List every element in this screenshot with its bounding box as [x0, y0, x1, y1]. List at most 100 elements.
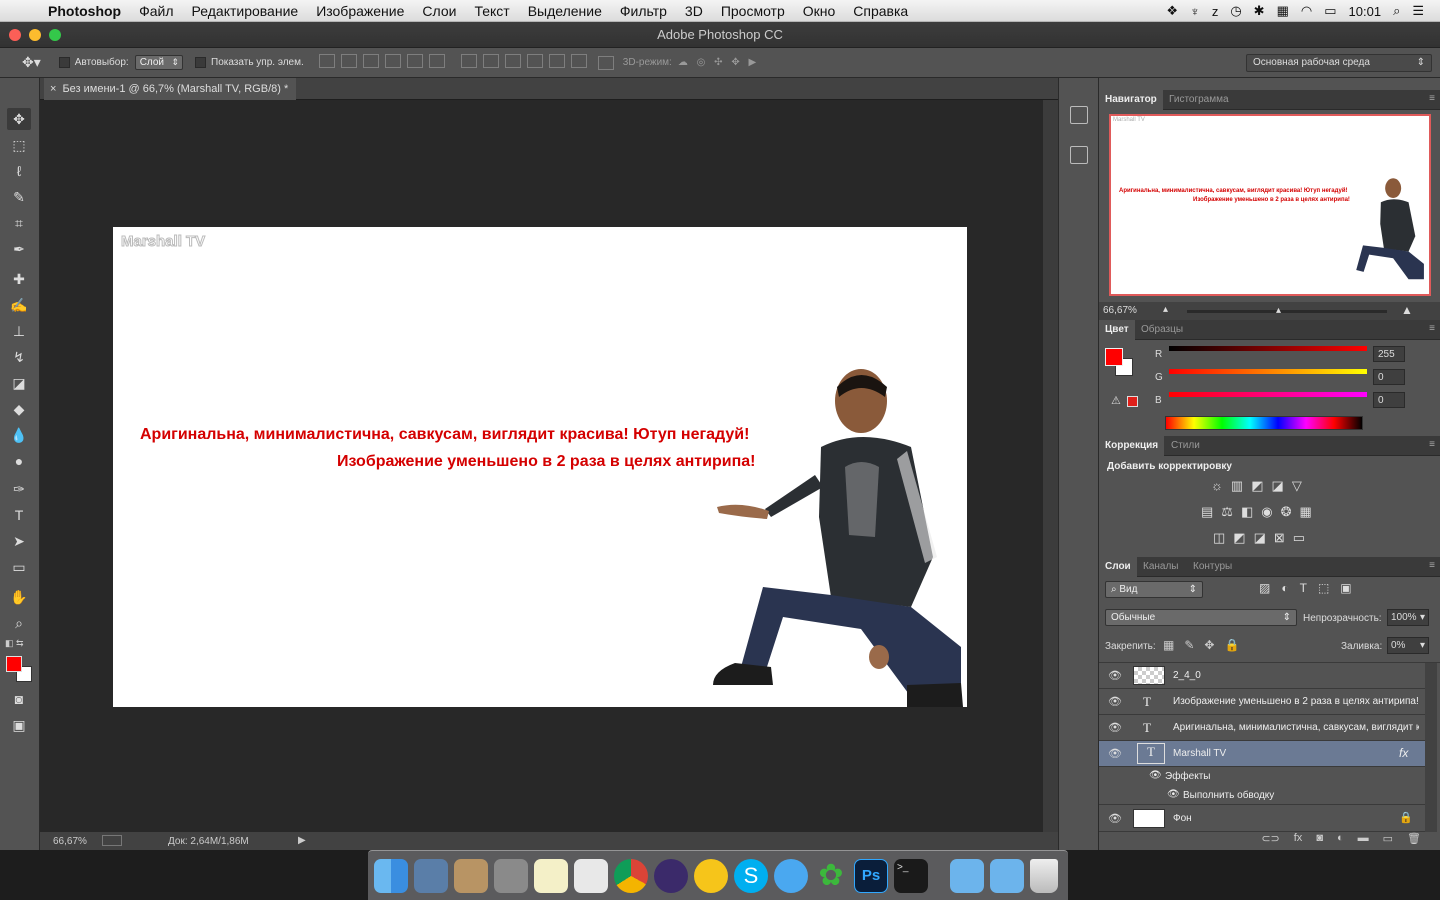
r-value[interactable]: 255: [1373, 346, 1405, 362]
color-lookup-icon[interactable]: ▦: [1300, 504, 1312, 520]
timemachine-icon[interactable]: ◷: [1230, 3, 1241, 19]
g-slider[interactable]: [1169, 369, 1367, 374]
battery-icon[interactable]: ▭: [1324, 3, 1336, 19]
layer-effects-row[interactable]: 👁 Эффекты: [1099, 767, 1425, 786]
panel-menu-icon[interactable]: ≡: [1429, 439, 1435, 450]
crop-tool-icon[interactable]: ⌗: [7, 212, 31, 234]
align-top-icon[interactable]: [318, 54, 335, 68]
layer-row[interactable]: 👁 T Аригинальна, минималистична, савкуса…: [1099, 715, 1425, 741]
downloads-folder-icon[interactable]: [990, 859, 1024, 893]
filter-shape-icon[interactable]: ⬚: [1318, 581, 1329, 595]
show-controls-checkbox[interactable]: [195, 56, 207, 68]
terminal-icon[interactable]: >_: [894, 859, 928, 893]
align-right-icon[interactable]: [428, 54, 445, 68]
zoom-in-icon[interactable]: ▲: [1401, 303, 1413, 317]
menu-filter[interactable]: Фильтр: [620, 3, 667, 19]
eraser-tool-icon[interactable]: ◪: [7, 372, 31, 394]
eyedropper-tool-icon[interactable]: ✒: [7, 238, 31, 260]
align-bottom-icon[interactable]: [362, 54, 379, 68]
menu-file[interactable]: Файл: [139, 3, 173, 19]
finder-icon[interactable]: [374, 859, 408, 893]
status-info-icon[interactable]: [102, 835, 122, 846]
gamut-warning-icon[interactable]: ⚠: [1111, 394, 1121, 407]
navigator-zoom-slider[interactable]: [1187, 310, 1387, 313]
filter-adjust-icon[interactable]: ◐: [1281, 581, 1288, 595]
bluetooth-icon[interactable]: ✱: [1254, 3, 1265, 19]
align-hcenter-icon[interactable]: [406, 54, 423, 68]
opacity-field[interactable]: 100% ▾: [1387, 609, 1429, 626]
panel-menu-icon[interactable]: ≡: [1429, 93, 1435, 104]
healing-tool-icon[interactable]: ✚: [7, 268, 31, 290]
hue-sat-icon[interactable]: ▤: [1201, 504, 1213, 520]
add-style-icon[interactable]: fx: [1294, 832, 1303, 850]
messages-icon[interactable]: [774, 859, 808, 893]
threshold-icon[interactable]: ◪: [1254, 530, 1266, 546]
delete-layer-icon[interactable]: 🗑: [1407, 832, 1421, 850]
trash-icon[interactable]: [1030, 859, 1058, 893]
auto-align-icon[interactable]: [597, 55, 614, 70]
photo-filter-icon[interactable]: ◉: [1261, 504, 1272, 520]
tab-histogram[interactable]: Гистограмма: [1163, 90, 1235, 110]
color-spectrum-bar[interactable]: [1165, 416, 1363, 430]
screen-mode-icon[interactable]: ▣: [7, 714, 31, 736]
history-brush-tool-icon[interactable]: ↯: [7, 346, 31, 368]
r-slider[interactable]: [1169, 346, 1367, 351]
panel-menu-icon[interactable]: ≡: [1429, 323, 1435, 334]
adium-icon[interactable]: [694, 859, 728, 893]
lasso-tool-icon[interactable]: ℓ: [7, 160, 31, 182]
marquee-tool-icon[interactable]: ⬚: [7, 134, 31, 156]
orbit-3d-icon[interactable]: ☁: [678, 57, 688, 68]
tab-styles[interactable]: Стили: [1165, 436, 1206, 456]
brush-tool-icon[interactable]: ✍: [7, 294, 31, 316]
menu-image[interactable]: Изображение: [316, 3, 404, 19]
filter-pixel-icon[interactable]: ▨: [1259, 581, 1270, 595]
layer-row[interactable]: 👁 Фон 🔒: [1099, 806, 1425, 832]
notification-center-icon[interactable]: ☰: [1412, 3, 1424, 19]
status-menu-arrow-icon[interactable]: ▶: [298, 835, 306, 846]
move-tool-preset-icon[interactable]: ✥▾: [22, 54, 41, 71]
filter-smart-icon[interactable]: ▣: [1340, 581, 1351, 595]
path-select-tool-icon[interactable]: ➤: [7, 530, 31, 552]
stamp-tool-icon[interactable]: ⊥: [7, 320, 31, 342]
dodge-tool-icon[interactable]: ●: [7, 450, 31, 472]
new-layer-icon[interactable]: ▭: [1383, 832, 1393, 850]
paint-bucket-tool-icon[interactable]: ◆: [7, 398, 31, 420]
distribute-hcenter-icon[interactable]: [548, 54, 565, 68]
tab-layers[interactable]: Слои: [1099, 557, 1137, 577]
fill-field[interactable]: 0% ▾: [1387, 637, 1429, 654]
move-tool-icon[interactable]: ✥: [7, 108, 31, 130]
zoom-window-button[interactable]: [49, 29, 61, 41]
chrome-icon[interactable]: [614, 859, 648, 893]
visibility-eye-icon[interactable]: 👁: [1108, 747, 1122, 760]
clock[interactable]: 10:01: [1349, 4, 1382, 19]
visibility-eye-icon[interactable]: 👁: [1108, 669, 1122, 682]
visibility-eye-icon[interactable]: 👁: [1108, 695, 1122, 708]
quick-mask-icon[interactable]: ◙: [7, 688, 31, 710]
lock-all-icon[interactable]: 🔒: [1224, 638, 1239, 652]
effects-eye-icon[interactable]: 👁: [1149, 770, 1162, 781]
usb-icon[interactable]: ♆: [1190, 4, 1200, 19]
panel-menu-icon[interactable]: ≡: [1429, 560, 1435, 571]
icq-icon[interactable]: ✿: [814, 859, 848, 893]
properties-panel-icon[interactable]: [1070, 146, 1088, 164]
distribute-top-icon[interactable]: [460, 54, 477, 68]
slide-3d-icon[interactable]: ✥: [731, 57, 739, 68]
invert-icon[interactable]: ◫: [1213, 530, 1225, 546]
status-zoom[interactable]: 66,67%: [53, 836, 87, 847]
image-capture-icon[interactable]: [574, 859, 608, 893]
tab-paths[interactable]: Контуры: [1187, 557, 1238, 577]
lock-pixels-transparent-icon[interactable]: ▦: [1163, 638, 1174, 652]
curves-icon[interactable]: ◩: [1251, 478, 1263, 494]
brightness-icon[interactable]: ☼: [1211, 478, 1223, 494]
visibility-eye-icon[interactable]: 👁: [1108, 812, 1122, 825]
menu-app-name[interactable]: Photoshop: [48, 3, 121, 19]
distribute-vcenter-icon[interactable]: [482, 54, 499, 68]
close-window-button[interactable]: [9, 29, 21, 41]
distribute-bottom-icon[interactable]: [504, 54, 521, 68]
menu-edit[interactable]: Редактирование: [192, 3, 299, 19]
keyboard-icon[interactable]: ▦: [1277, 3, 1289, 19]
layer-row-selected[interactable]: 👁 T Marshall TV fx: [1099, 741, 1425, 767]
channel-mixer-icon[interactable]: ❂: [1281, 504, 1292, 520]
default-colors-icon[interactable]: ◧ ⇆: [5, 638, 24, 649]
history-panel-icon[interactable]: [1070, 106, 1088, 124]
